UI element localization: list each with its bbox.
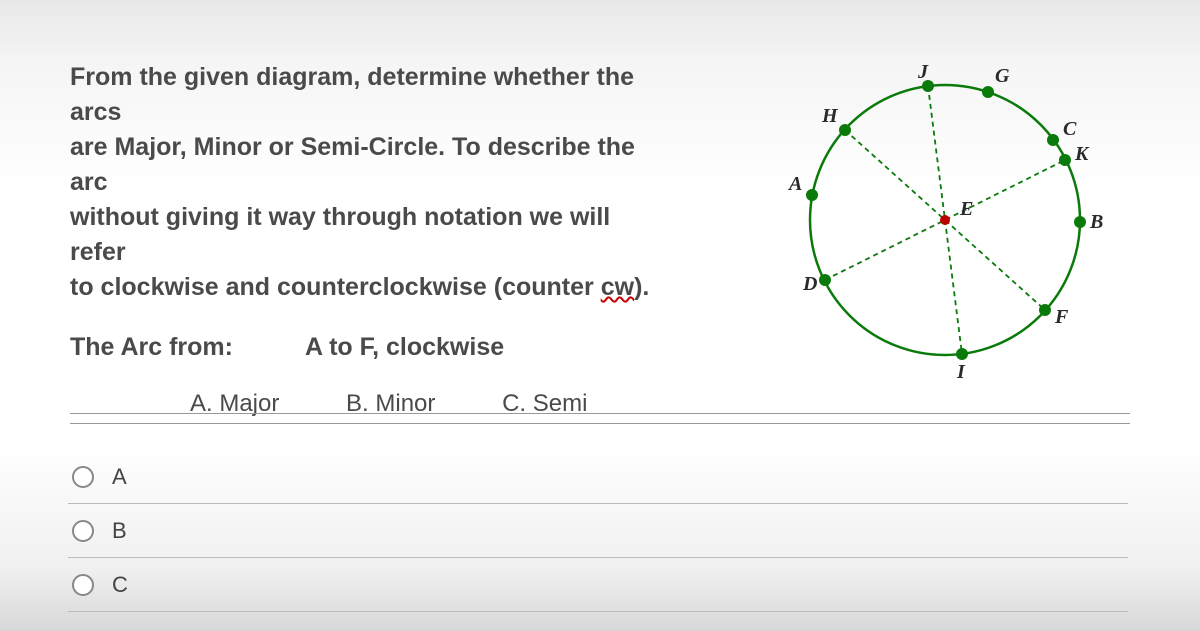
arc-value: A to F, clockwise <box>305 333 504 362</box>
circle-diagram: E J G H C K A B D F I <box>770 60 1110 390</box>
instruction-line4a: to clockwise and counterclockwise (count… <box>70 273 601 301</box>
divider-2 <box>70 423 1130 424</box>
label-K: K <box>1074 143 1090 165</box>
label-D: D <box>802 273 817 295</box>
label-A: A <box>787 173 802 195</box>
radio-b[interactable] <box>72 520 94 542</box>
label-I: I <box>956 361 966 383</box>
instruction-line3: without giving it way through notation w… <box>70 203 610 266</box>
answer-b-label: B <box>112 518 127 544</box>
answer-option-a[interactable]: A <box>72 450 128 504</box>
radio-c[interactable] <box>72 574 94 596</box>
label-E: E <box>959 198 973 220</box>
label-H: H <box>821 105 839 127</box>
divider-1 <box>70 413 1130 414</box>
question-instruction: From the given diagram, determine whethe… <box>70 60 660 305</box>
instruction-line2: are Major, Minor or Semi-Circle. To desc… <box>70 133 635 196</box>
instruction-line1: From the given diagram, determine whethe… <box>70 63 634 126</box>
instruction-line4c: ). <box>634 273 649 301</box>
instruction-underlined: cw <box>601 273 634 301</box>
answer-c-label: C <box>112 572 128 598</box>
label-B: B <box>1089 211 1103 233</box>
answer-a-label: A <box>112 464 127 490</box>
answer-options: A B C <box>72 450 128 612</box>
arc-from-label: The Arc from: <box>70 333 305 362</box>
label-F: F <box>1054 306 1069 328</box>
radio-a[interactable] <box>72 466 94 488</box>
label-C: C <box>1063 118 1077 140</box>
answer-option-c[interactable]: C <box>72 558 128 612</box>
label-J: J <box>917 61 929 83</box>
label-G: G <box>995 65 1010 87</box>
answer-option-b[interactable]: B <box>72 504 128 558</box>
